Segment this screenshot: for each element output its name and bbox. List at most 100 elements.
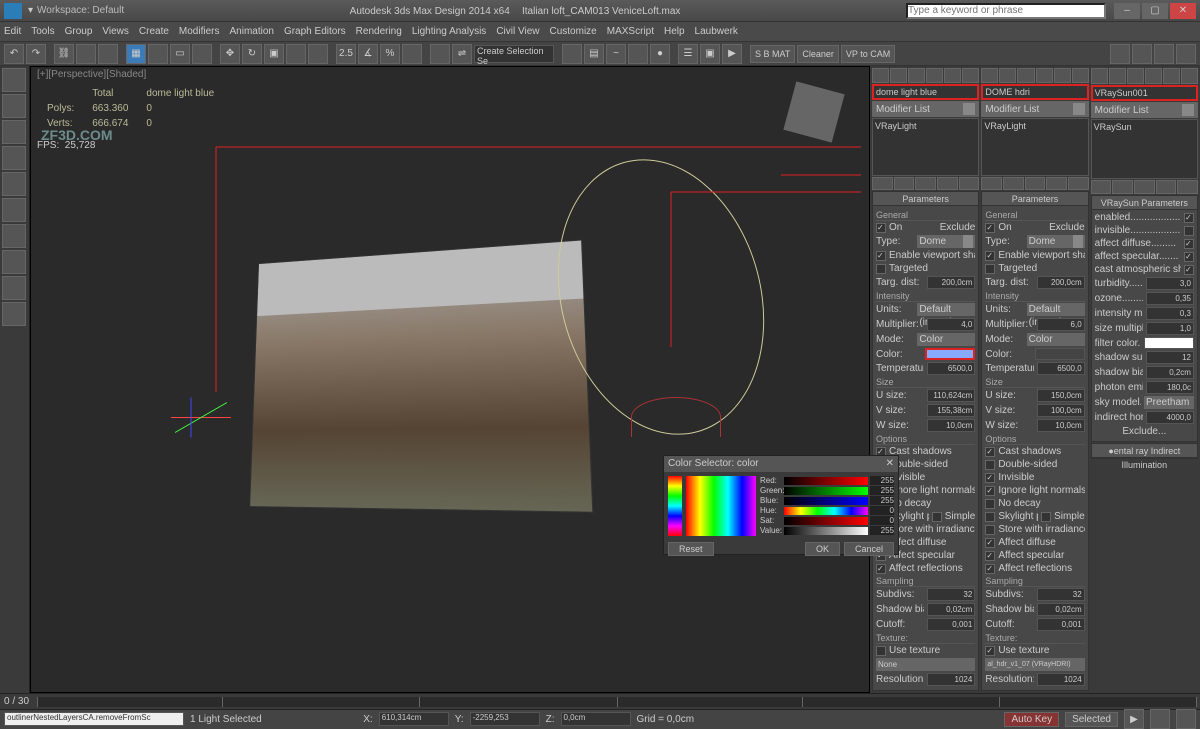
panel-tab-icon[interactable] — [1054, 68, 1071, 83]
resolution-spinner[interactable]: 1024 — [927, 673, 975, 686]
menu-rendering[interactable]: Rendering — [356, 26, 402, 37]
link-button[interactable]: ⛓ — [54, 44, 74, 64]
x-coord-field[interactable]: 610,314cm — [379, 712, 449, 726]
affect-specular-checkbox[interactable] — [1184, 252, 1194, 262]
indirect-horiz-spinner[interactable]: 4000,0 — [1146, 411, 1194, 424]
units-dropdown[interactable]: Default (image) — [1027, 303, 1085, 316]
panel-tab-icon[interactable] — [1145, 68, 1162, 84]
menu-maxscript[interactable]: MAXScript — [607, 26, 654, 37]
panel-tab-icon[interactable] — [1091, 68, 1108, 84]
targeted-checkbox[interactable] — [985, 264, 995, 274]
red-slider[interactable] — [784, 477, 868, 485]
photon-radius-spinner[interactable]: 180,0c — [1146, 381, 1194, 394]
color-swatch[interactable] — [1035, 348, 1085, 360]
color-ok-button[interactable]: OK — [805, 542, 840, 556]
render-button[interactable]: ▶ — [722, 44, 742, 64]
affect-specular-checkbox[interactable] — [985, 551, 995, 561]
timeline[interactable]: 0 / 30 — [0, 694, 1200, 710]
targ-dist-spinner[interactable]: 200,0cm — [927, 276, 975, 289]
panel-tab-icon[interactable] — [999, 68, 1016, 83]
rotate-button[interactable]: ↻ — [242, 44, 262, 64]
panel-tab-icon[interactable] — [962, 68, 979, 83]
color-cancel-button[interactable]: Cancel — [844, 542, 894, 556]
color-picker-close-icon[interactable]: ✕ — [886, 456, 894, 472]
scale-button[interactable]: ▣ — [264, 44, 284, 64]
tool-icon[interactable] — [2, 302, 26, 326]
multiplier-spinner[interactable]: 6,0 — [1037, 318, 1085, 331]
type-dropdown[interactable]: Dome — [1027, 235, 1085, 248]
viewcube[interactable] — [783, 81, 844, 142]
panel-tab-icon[interactable] — [1017, 68, 1034, 83]
menu-customize[interactable]: Customize — [549, 26, 596, 37]
on-checkbox[interactable] — [876, 223, 886, 233]
maximize-button[interactable]: ▢ — [1142, 3, 1168, 19]
affect-refl-checkbox[interactable] — [876, 564, 886, 574]
panel-tab-icon[interactable] — [1109, 68, 1126, 84]
nav-button[interactable] — [1176, 709, 1196, 729]
menu-lighting[interactable]: Lighting Analysis — [412, 26, 487, 37]
hue-strip[interactable] — [668, 476, 682, 536]
cutoff-spinner[interactable]: 0,001 — [1037, 618, 1085, 631]
enabled-checkbox[interactable] — [1184, 213, 1194, 223]
vsize-spinner[interactable]: 100,0cm — [1037, 404, 1085, 417]
utilities-tab-icon[interactable] — [2, 198, 26, 222]
vptocam-button[interactable]: VP to CAM — [841, 45, 895, 63]
rollout-title[interactable]: VRaySun Parameters — [1092, 196, 1197, 210]
filter-color-swatch[interactable] — [1144, 337, 1194, 349]
y-coord-field[interactable]: -2259,253 — [470, 712, 540, 726]
extra-tool-3[interactable] — [1154, 44, 1174, 64]
workspace-dropdown[interactable]: Workspace: Default — [37, 5, 124, 16]
display-tab-icon[interactable] — [2, 172, 26, 196]
skylight-portal-checkbox[interactable] — [985, 512, 995, 522]
shadow-bias-spinner[interactable]: 0,02cm — [927, 603, 975, 616]
temp-spinner[interactable]: 6500,0 — [1037, 362, 1085, 375]
invisible-checkbox[interactable] — [1184, 226, 1194, 236]
redo-button[interactable]: ↷ — [26, 44, 46, 64]
color-selector-dialog[interactable]: Color Selector: color✕ Red:255 Green:255… — [663, 455, 899, 555]
wsize-spinner[interactable]: 10,0cm — [927, 419, 975, 432]
schematic-button[interactable] — [628, 44, 648, 64]
menu-tools[interactable]: Tools — [31, 26, 54, 37]
viewport-shading-checkbox[interactable] — [876, 251, 886, 261]
object-name-field[interactable]: dome light blue — [872, 84, 979, 100]
stack-btn[interactable] — [1091, 180, 1112, 194]
time-slider[interactable] — [37, 697, 1196, 707]
mode-dropdown[interactable]: Color — [1027, 333, 1085, 346]
mirror-button[interactable]: ⇌ — [452, 44, 472, 64]
menu-modifiers[interactable]: Modifiers — [179, 26, 220, 37]
stack-btn[interactable] — [1156, 180, 1177, 194]
blue-slider[interactable] — [784, 497, 868, 505]
modifier-list-dropdown[interactable]: Modifier List — [872, 101, 979, 116]
panel-tab-icon[interactable] — [872, 68, 889, 83]
stack-btn[interactable] — [1046, 177, 1067, 190]
targeted-checkbox[interactable] — [876, 264, 886, 274]
select-region-button[interactable]: ▭ — [170, 44, 190, 64]
size-mult-spinner[interactable]: 1,0 — [1146, 322, 1194, 335]
panel-tab-icon[interactable] — [1072, 68, 1089, 83]
affect-diffuse-checkbox[interactable] — [1184, 239, 1194, 249]
extra-tool-1[interactable] — [1110, 44, 1130, 64]
ignore-normals-checkbox[interactable] — [985, 486, 995, 496]
material-editor-button[interactable]: ● — [650, 44, 670, 64]
undo-button[interactable]: ↶ — [4, 44, 24, 64]
use-texture-checkbox[interactable] — [985, 646, 995, 656]
window-crossing-button[interactable] — [192, 44, 212, 64]
vsize-spinner[interactable]: 155,38cm — [927, 404, 975, 417]
modifier-stack[interactable]: VRaySun — [1091, 119, 1198, 179]
type-dropdown[interactable]: Dome — [917, 235, 975, 248]
usize-spinner[interactable]: 110,624cm — [927, 389, 975, 402]
stack-btn[interactable] — [1003, 177, 1024, 190]
minimize-button[interactable]: – — [1114, 3, 1140, 19]
motion-tab-icon[interactable] — [2, 146, 26, 170]
resolution-spinner[interactable]: 1024 — [1037, 673, 1085, 686]
spinner-snap-button[interactable] — [402, 44, 422, 64]
menu-help[interactable]: Help — [664, 26, 685, 37]
layers-button[interactable]: ▤ — [584, 44, 604, 64]
panel-tab-icon[interactable] — [1127, 68, 1144, 84]
curve-editor-button[interactable]: ~ — [606, 44, 626, 64]
select-button[interactable]: ▦ — [126, 44, 146, 64]
menu-grapheditors[interactable]: Graph Editors — [284, 26, 346, 37]
targ-dist-spinner[interactable]: 200,0cm — [1037, 276, 1085, 289]
no-decay-checkbox[interactable] — [985, 499, 995, 509]
texture-slot[interactable]: None — [876, 658, 975, 671]
